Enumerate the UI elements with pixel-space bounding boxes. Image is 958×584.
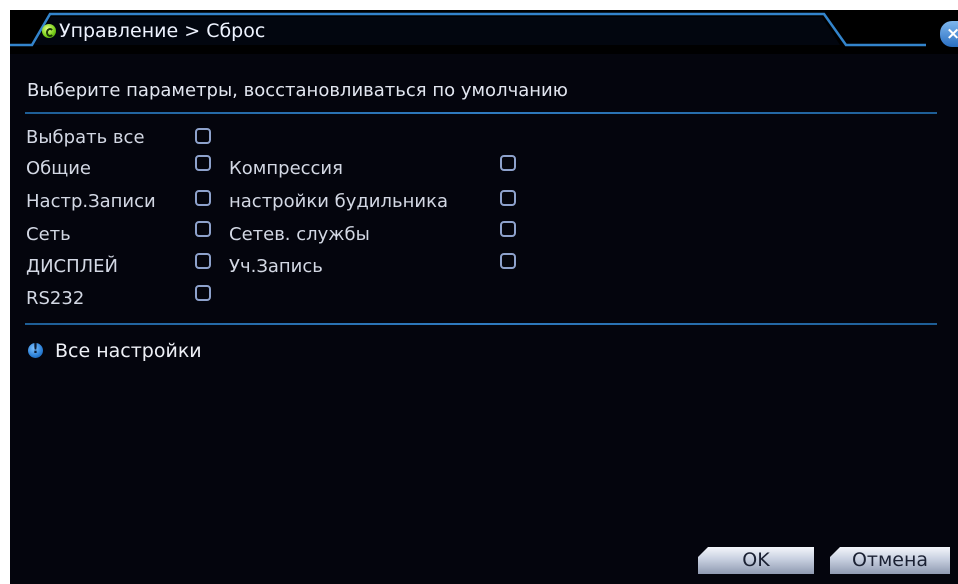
network-checkbox[interactable] [195,221,211,237]
network-services-label: Сетев. службы [229,224,370,245]
top-divider [25,112,937,114]
general-label: Общие [26,158,91,179]
compression-label: Компрессия [229,158,343,179]
ok-button[interactable]: OK [698,547,814,574]
display-label: ДИСПЛЕЙ [26,256,119,277]
close-button[interactable]: × [940,21,958,47]
general-checkbox[interactable] [195,155,211,171]
network-label: Сеть [26,224,71,245]
account-label: Уч.Запись [229,256,323,277]
alarm-settings-label: настройки будильника [229,191,448,212]
record-settings-checkbox[interactable] [195,190,211,206]
reset-dialog: Управление > Сброс × Выберите параметры,… [10,10,958,584]
select-all-label: Выбрать все [26,127,145,148]
select-all-checkbox[interactable] [195,128,211,144]
window-title: Управление > Сброс [59,20,266,42]
instructions-text: Выберите параметры, восстановливаться по… [27,80,568,101]
cancel-button[interactable]: Отмена [830,547,950,574]
close-icon: × [946,24,958,44]
info-text: Все настройки [55,340,202,362]
bottom-divider [25,323,937,325]
restore-icon [42,24,56,38]
network-services-checkbox[interactable] [500,221,516,237]
rs232-label: RS232 [26,288,85,309]
rs232-checkbox[interactable] [195,285,211,301]
display-checkbox[interactable] [195,253,211,269]
info-icon [28,341,43,359]
compression-checkbox[interactable] [500,155,516,171]
alarm-settings-checkbox[interactable] [500,190,516,206]
account-checkbox[interactable] [500,253,516,269]
title-bar: Управление > Сброс × [10,10,958,54]
record-settings-label: Настр.Записи [26,191,156,212]
